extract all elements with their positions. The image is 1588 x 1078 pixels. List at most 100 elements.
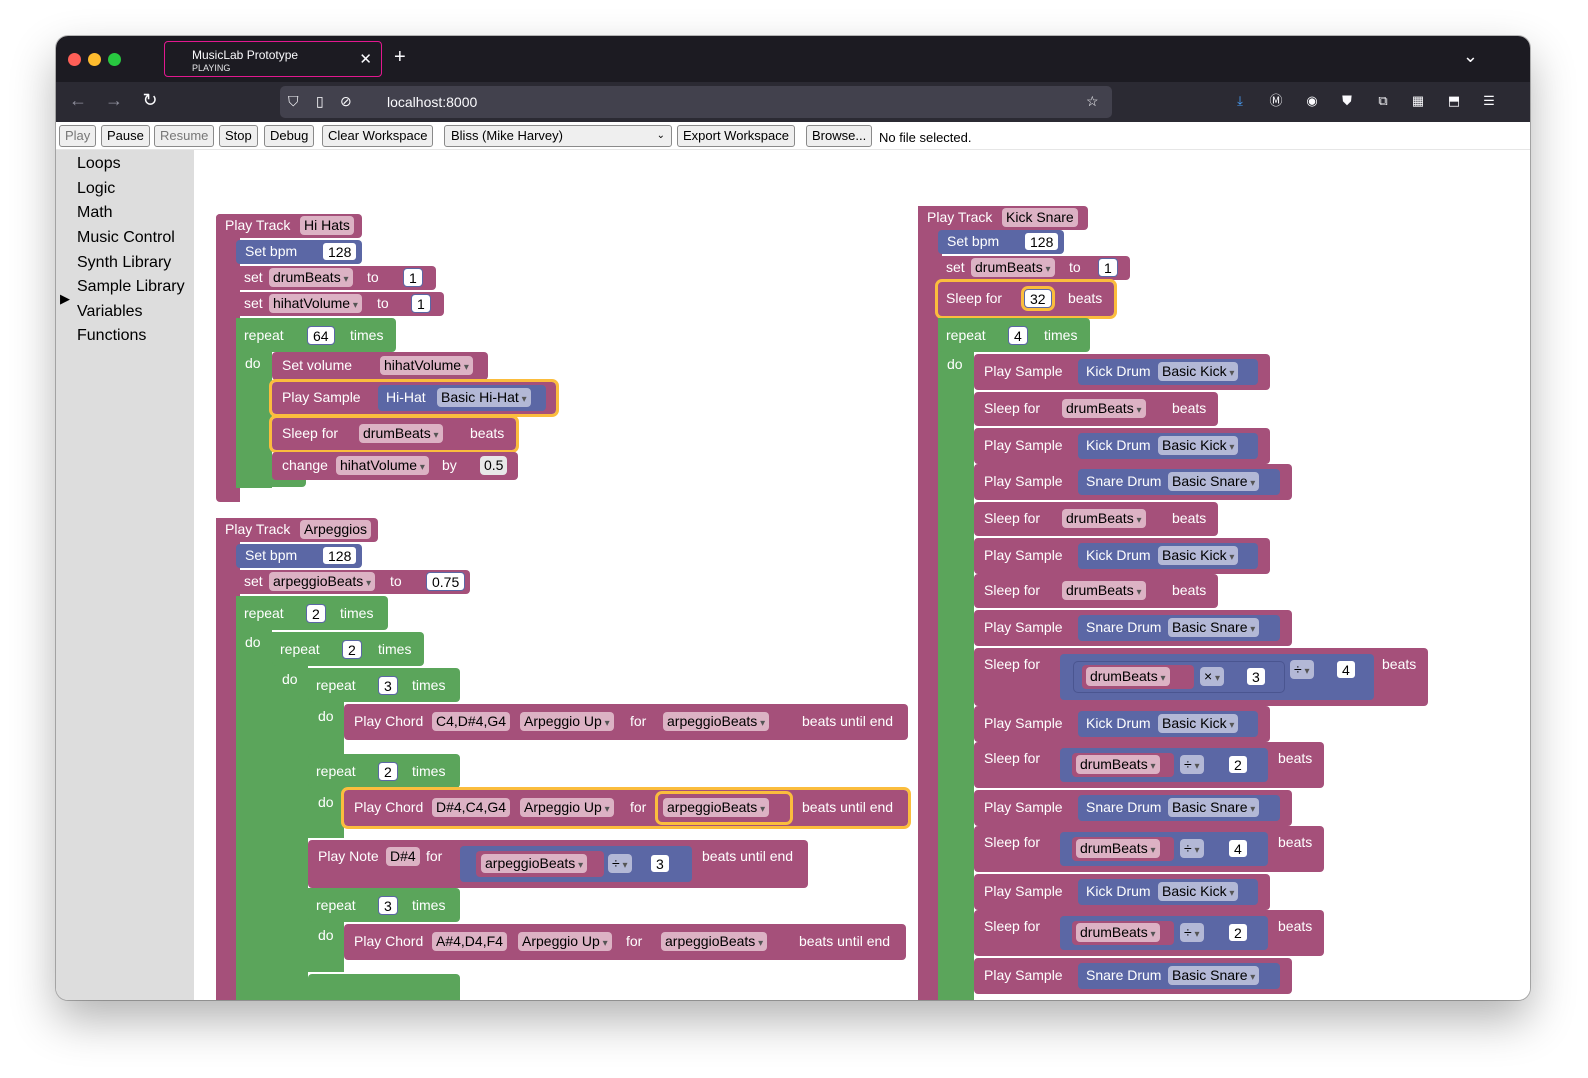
change-variable-dropdown[interactable]: hihatVolume <box>336 456 429 475</box>
variable-getter[interactable]: drumBeats <box>1072 837 1174 861</box>
repeat-block[interactable]: repeat 3 times <box>308 888 460 922</box>
division-block[interactable]: drumBeats ÷ 2 <box>1060 748 1268 782</box>
value-field[interactable]: 0.75 <box>426 572 466 591</box>
sample-dropdown[interactable]: Basic Kick <box>1158 882 1239 901</box>
sample-dropdown[interactable]: Basic Kick <box>1158 714 1239 733</box>
sleep-for-block[interactable]: Sleep for drumBeats beats <box>974 574 1218 608</box>
play-sample-block[interactable]: Play Sample Kick Drum Basic Kick <box>974 428 1270 464</box>
sample-block[interactable]: Kick Drum Basic Kick <box>1078 433 1258 459</box>
repeat-count-field[interactable]: 2 <box>378 762 398 781</box>
sample-block[interactable]: Kick Drum Basic Kick <box>1078 543 1258 569</box>
change-variable-block[interactable]: change hihatVolume by 0.5 <box>272 452 518 480</box>
sample-block[interactable]: Kick Drum Basic Kick <box>1078 711 1258 737</box>
play-sample-block[interactable]: Play Sample Kick Drum Basic Kick <box>974 874 1270 910</box>
repeat-block[interactable]: repeat 2 times <box>308 754 460 788</box>
sleep-for-block[interactable]: Sleep for drumBeats beats <box>974 392 1218 426</box>
play-note-block[interactable]: Play Note D#4 for arpeggioBeats ÷ 3 beat… <box>308 840 808 888</box>
reload-icon[interactable]: ↻ <box>138 90 162 111</box>
sleep-for-block[interactable]: Sleep for drumBeats ÷ 2 beats <box>974 742 1324 788</box>
play-chord-block[interactable]: Play Chord D#4,C4,G4 Arpeggio Up for arp… <box>341 787 911 829</box>
play-chord-block[interactable]: Play Chord C4,D#4,G4 Arpeggio Up for arp… <box>344 704 908 740</box>
operator-dropdown[interactable]: ÷ <box>1180 923 1204 942</box>
play-track-block[interactable]: Play Track Hi Hats <box>216 214 362 238</box>
clear-workspace-button[interactable]: Clear Workspace <box>322 125 434 147</box>
repeat-count-field[interactable]: 3 <box>378 896 398 915</box>
variable-dropdown[interactable]: drumBeats <box>971 258 1055 277</box>
play-chord-block[interactable]: Play Chord A#4,D4,F4 Arpeggio Up for arp… <box>344 924 906 960</box>
sleep-variable-dropdown[interactable]: drumBeats <box>1062 509 1146 528</box>
sample-block[interactable]: Hi-Hat Basic Hi-Hat <box>378 385 546 411</box>
sample-block[interactable]: Snare Drum Basic Snare <box>1078 469 1280 495</box>
repeat-block[interactable]: repeat 64 times <box>236 318 396 352</box>
downloads-icon[interactable]: ⤓ <box>1230 91 1250 111</box>
shield-icon[interactable]: ⛉ <box>288 93 299 110</box>
variable-getter[interactable]: arpeggioBeats <box>656 928 788 956</box>
extension-globe-icon[interactable]: ◉ <box>1302 91 1322 111</box>
blockly-workspace[interactable]: Play Track Hi Hats Set bpm 128 set drumB… <box>194 150 1530 1000</box>
operator-dropdown[interactable]: ÷ <box>1180 839 1204 858</box>
browse-button[interactable]: Browse... <box>806 125 873 147</box>
beats-variable-dropdown[interactable]: arpeggioBeats <box>661 932 768 951</box>
forward-icon[interactable]: → <box>102 90 126 111</box>
sample-dropdown[interactable]: Basic Kick <box>1158 436 1239 455</box>
repeat-block[interactable]: repeat 4 times <box>938 318 1090 352</box>
category-functions[interactable]: Functions <box>77 327 146 345</box>
sample-block[interactable]: Kick Drum Basic Kick <box>1078 879 1258 905</box>
stop-button[interactable]: Stop <box>219 125 258 147</box>
play-track-block[interactable]: Play Track Kick Snare <box>918 206 1088 230</box>
division-block[interactable]: arpeggioBeats ÷ 3 <box>460 846 692 882</box>
sleep-for-block[interactable]: Sleep for drumBeats ÷ 4 beats <box>974 826 1324 872</box>
play-button[interactable]: Play <box>59 125 97 147</box>
extension-screen-icon[interactable]: ⧉ <box>1373 91 1393 111</box>
sleep-variable-dropdown[interactable]: drumBeats <box>1076 755 1160 774</box>
category-synth-library[interactable]: Synth Library <box>77 254 171 272</box>
chord-field[interactable]: C4,D#4,G4 <box>432 712 511 731</box>
url-bar[interactable]: ⛉ ▯ ⊘ localhost:8000 ☆ <box>280 86 1112 118</box>
sample-block[interactable]: Snare Drum Basic Snare <box>1078 615 1280 641</box>
sample-dropdown[interactable]: Basic Snare <box>1168 472 1260 491</box>
category-math[interactable]: Math <box>77 204 113 222</box>
multiplier-field[interactable]: 3 <box>1246 667 1266 686</box>
chord-field[interactable]: A#4,D4,F4 <box>432 932 507 951</box>
sleep-for-block[interactable]: Sleep for drumBeats beats <box>974 502 1218 536</box>
chord-field[interactable]: D#4,C4,G4 <box>432 798 511 817</box>
play-sample-block[interactable]: Play Sample Kick Drum Basic Kick <box>974 706 1270 742</box>
play-sample-block[interactable]: Play Sample Hi-Hat Basic Hi-Hat <box>269 379 559 417</box>
set-variable-block[interactable]: set hihatVolume to 1 <box>236 292 444 316</box>
song-select[interactable]: Bliss (Mike Harvey) ⌄ <box>444 125 672 147</box>
repeat-block[interactable]: repeat 3 times <box>308 668 460 702</box>
sleep-for-block[interactable]: Sleep for drumBeats beats <box>269 415 519 453</box>
division-block[interactable]: drumBeats × 3 ÷ 4 <box>1060 654 1374 700</box>
variable-getter[interactable]: arpeggioBeats <box>476 851 604 877</box>
set-variable-block[interactable]: set arpeggioBeats to 0.75 <box>236 570 470 594</box>
value-field[interactable]: 1 <box>411 294 431 313</box>
category-loops[interactable]: Loops <box>77 155 121 173</box>
pause-button[interactable]: Pause <box>101 125 150 147</box>
play-sample-block[interactable]: Play Sample Kick Drum Basic Kick <box>974 538 1270 574</box>
close-tab-icon[interactable]: ✕ <box>359 50 372 68</box>
url-text[interactable]: localhost:8000 <box>387 94 477 110</box>
variable-getter[interactable]: drumBeats <box>1072 921 1174 945</box>
category-music-control[interactable]: Music Control <box>77 229 175 247</box>
sleep-variable-dropdown[interactable]: drumBeats <box>1062 399 1146 418</box>
category-logic[interactable]: Logic <box>77 180 115 198</box>
divisor-field[interactable]: 2 <box>1228 923 1248 942</box>
bpm-field[interactable]: 128 <box>1024 232 1060 251</box>
play-sample-block[interactable]: Play Sample Snare Drum Basic Snare <box>974 958 1292 994</box>
arpeggio-mode-dropdown[interactable]: Arpeggio Up <box>520 798 614 817</box>
category-variables[interactable]: Variables <box>77 303 143 321</box>
menu-icon[interactable]: ☰ <box>1479 91 1499 111</box>
export-workspace-button[interactable]: Export Workspace <box>677 125 795 147</box>
operator-dropdown[interactable]: ÷ <box>608 854 632 873</box>
variable-getter[interactable]: drumBeats <box>1072 753 1174 777</box>
variable-dropdown[interactable]: drumBeats <box>269 268 353 287</box>
bpm-field[interactable]: 128 <box>322 242 358 261</box>
repeat-count-field[interactable]: 2 <box>306 604 326 623</box>
sample-dropdown[interactable]: Basic Kick <box>1158 362 1239 381</box>
value-field[interactable]: 1 <box>403 268 423 287</box>
permissions-icon[interactable]: ⊘ <box>340 93 352 110</box>
track-name-field[interactable]: Hi Hats <box>300 216 354 235</box>
sample-dropdown[interactable]: Basic Snare <box>1168 618 1260 637</box>
variable-getter[interactable]: drumBeats <box>1082 665 1194 689</box>
operator-dropdown[interactable]: ÷ <box>1180 755 1204 774</box>
